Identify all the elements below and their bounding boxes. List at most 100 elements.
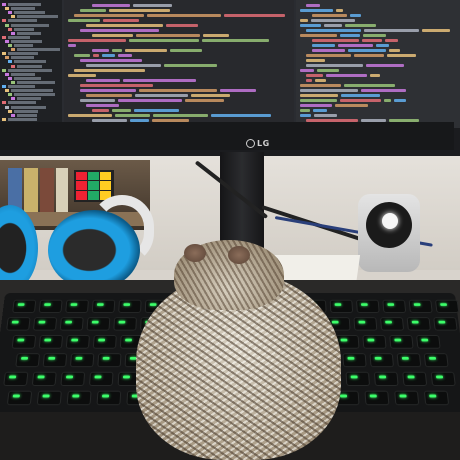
keyboard-key xyxy=(423,390,450,406)
keyboard-key xyxy=(345,371,371,386)
code-token xyxy=(306,29,362,32)
code-token xyxy=(362,39,383,42)
file-name xyxy=(8,117,37,121)
file-name xyxy=(11,89,54,93)
file-name xyxy=(14,60,47,64)
code-token xyxy=(306,54,352,57)
code-token xyxy=(115,114,150,117)
file-name xyxy=(8,35,31,39)
code-token xyxy=(146,14,222,17)
keyboard-key xyxy=(408,299,433,313)
book xyxy=(40,168,54,212)
code-token xyxy=(300,24,321,27)
code-token xyxy=(300,109,311,112)
book xyxy=(24,168,38,212)
code-token xyxy=(334,104,369,107)
code-token xyxy=(344,24,377,27)
code-token xyxy=(300,94,338,97)
code-token xyxy=(364,29,420,32)
code-token xyxy=(203,34,229,37)
code-token xyxy=(112,109,131,112)
code-token xyxy=(300,99,337,102)
keyboard-key xyxy=(423,353,449,368)
code-token xyxy=(312,44,336,47)
code-token xyxy=(300,19,308,22)
code-token xyxy=(312,39,360,42)
code-token xyxy=(68,74,97,77)
keyboard-key xyxy=(97,353,122,368)
keyboard-key xyxy=(394,390,420,406)
book xyxy=(56,168,68,212)
code-token xyxy=(139,89,217,92)
keyboard-key xyxy=(364,390,390,406)
code-token xyxy=(349,14,362,17)
code-token xyxy=(80,29,160,32)
code-token xyxy=(201,39,270,42)
keyboard-key xyxy=(86,317,111,331)
file-name xyxy=(17,48,61,52)
file-name xyxy=(8,85,36,88)
file-icon xyxy=(2,101,6,105)
keyboard-key xyxy=(65,299,89,313)
keyboard-key xyxy=(6,390,33,406)
speaker-cone xyxy=(382,213,398,229)
code-token xyxy=(312,14,347,17)
code-token xyxy=(92,34,133,37)
code-token xyxy=(108,9,170,12)
keyboard-key xyxy=(38,299,63,313)
code-token xyxy=(68,44,76,47)
code-token xyxy=(224,14,286,17)
code-token xyxy=(314,114,337,117)
keyboard-key xyxy=(402,371,428,386)
file-icon xyxy=(8,27,12,31)
code-token xyxy=(360,89,406,92)
code-token xyxy=(86,79,120,82)
code-token xyxy=(117,99,182,102)
keyboard-key xyxy=(362,335,387,349)
keyboard-key xyxy=(96,390,122,406)
code-token xyxy=(74,14,144,17)
code-token xyxy=(135,94,189,97)
code-token xyxy=(184,99,224,102)
code-token xyxy=(362,34,386,37)
file-icon xyxy=(2,85,6,88)
file-name xyxy=(11,7,36,11)
keyboard-key xyxy=(59,317,84,331)
code-token xyxy=(133,109,179,112)
keyboard-key xyxy=(416,335,441,349)
code-token xyxy=(306,79,313,82)
code-token xyxy=(165,24,199,27)
keyboard-key xyxy=(435,299,460,313)
code-token xyxy=(219,89,257,92)
file-icon xyxy=(8,44,12,47)
keyboard-key xyxy=(430,371,456,386)
code-token xyxy=(389,49,400,52)
code-token xyxy=(312,49,346,52)
file-icon xyxy=(11,80,15,84)
file-name xyxy=(14,27,34,31)
file-name xyxy=(14,76,41,80)
keyboard-key xyxy=(36,390,62,406)
code-token xyxy=(385,39,399,42)
code-token xyxy=(354,54,384,57)
speaker-grille xyxy=(366,202,412,248)
file-icon xyxy=(5,23,9,27)
file-name xyxy=(14,109,38,113)
keyboard-key xyxy=(356,299,380,313)
code-token xyxy=(339,99,382,102)
code-token xyxy=(152,114,208,117)
file-icon xyxy=(8,60,12,64)
keyboard-key xyxy=(66,390,92,406)
code-token xyxy=(103,19,139,22)
code-token xyxy=(317,69,340,72)
file-icon xyxy=(11,64,15,68)
code-token xyxy=(80,59,142,62)
file-icon xyxy=(5,7,9,11)
keyboard-key xyxy=(88,371,114,386)
code-token xyxy=(315,79,327,82)
file-name xyxy=(14,93,55,97)
file-name xyxy=(17,15,58,19)
file-tree-panel xyxy=(0,0,62,128)
code-token xyxy=(80,89,137,92)
code-token xyxy=(80,99,115,102)
